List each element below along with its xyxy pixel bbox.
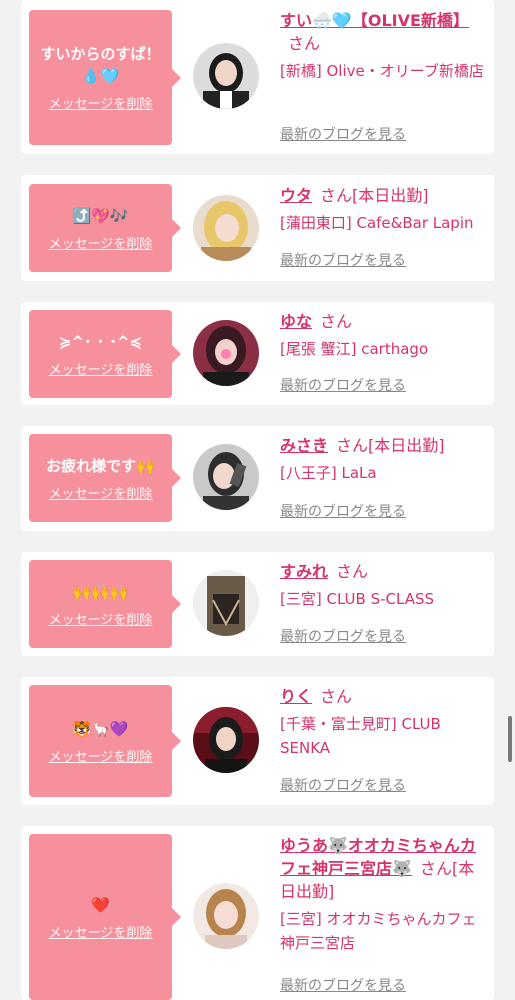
delete-message-link[interactable]: メッセージを削除	[49, 609, 153, 628]
avatar[interactable]	[193, 195, 259, 261]
cast-name-link[interactable]: すい🌨️🩵【OLIVE新橋】	[280, 11, 469, 30]
shop-link[interactable]: [三宮] オオカミちゃんカフェ神戸三宮店	[280, 907, 488, 955]
latest-blog-link[interactable]: 最新のブログを見る	[280, 975, 406, 995]
shop-link[interactable]: [八王子] LaLa	[280, 461, 488, 485]
message-text: 🐯🦙💜	[72, 719, 129, 738]
message-text: ❤️	[91, 895, 110, 914]
shop-link[interactable]: [尾張 蟹江] carthago	[280, 337, 488, 361]
avatar[interactable]	[193, 444, 259, 510]
avatar[interactable]	[193, 43, 259, 109]
message-bubble: 🐯🦙💜 メッセージを削除	[29, 685, 181, 797]
attendance-tag: [本日出勤]	[368, 436, 445, 455]
cast-info: ゆな さん [尾張 蟹江] carthago	[280, 310, 488, 361]
message-bubble: すいからのすぱ！💧🩵 メッセージを削除	[29, 10, 181, 145]
cast-name-link[interactable]: ウタ	[280, 186, 312, 205]
delete-message-link[interactable]: メッセージを削除	[49, 359, 153, 378]
message-text: 🙌🙌🙌	[72, 582, 129, 601]
latest-blog-link[interactable]: 最新のブログを見る	[280, 775, 406, 795]
list-item: ⤴️💖🎶 メッセージを削除 ウタ さん[本日出勤] [蒲田東口] Cafe&Bar…	[21, 175, 494, 281]
delete-message-link[interactable]: メッセージを削除	[49, 483, 153, 502]
message-text: お疲れ様です🙌	[46, 456, 155, 475]
message-text: すいからのすぱ！💧🩵	[40, 45, 161, 85]
avatar[interactable]	[193, 707, 259, 773]
list-item: すいからのすぱ！💧🩵 メッセージを削除 すい🌨️🩵【OLIVE新橋】さん [新橋…	[21, 0, 494, 154]
delete-message-link[interactable]: メッセージを削除	[49, 233, 153, 252]
latest-blog-link[interactable]: 最新のブログを見る	[280, 375, 406, 395]
honorific: さん	[320, 312, 353, 331]
cast-name-link[interactable]: りく	[280, 687, 312, 706]
shop-link[interactable]: [千葉・富士見町] CLUB SENKA	[280, 712, 488, 760]
list-item: 🙌🙌🙌 メッセージを削除 すみれ さん [三宮] CLUB S-CLASS 最新の…	[21, 552, 494, 656]
latest-blog-link[interactable]: 最新のブログを見る	[280, 124, 406, 144]
message-bubble: ❤️ メッセージを削除	[29, 834, 181, 1000]
honorific: さん	[419, 859, 452, 878]
shop-link[interactable]: [三宮] CLUB S-CLASS	[280, 587, 488, 611]
avatar[interactable]	[193, 320, 259, 386]
honorific: さん	[320, 186, 353, 205]
message-text: ≽^･ ･ ･^≼	[58, 332, 143, 351]
list-item: お疲れ様です🙌 メッセージを削除 みさき さん[本日出勤] [八王子] LaLa …	[21, 426, 494, 531]
message-bubble: お疲れ様です🙌 メッセージを削除	[29, 434, 181, 522]
message-bubble: 🙌🙌🙌 メッセージを削除	[29, 560, 181, 648]
cast-name-link[interactable]: みさき	[280, 436, 328, 455]
avatar[interactable]	[193, 570, 259, 636]
message-text: ⤴️💖🎶	[72, 206, 129, 225]
honorific: さん	[336, 562, 369, 581]
cast-name-link[interactable]: すみれ	[280, 562, 328, 581]
honorific: さん	[288, 34, 321, 53]
delete-message-link[interactable]: メッセージを削除	[49, 746, 153, 765]
cast-name-link[interactable]: ゆな	[280, 312, 312, 331]
latest-blog-link[interactable]: 最新のブログを見る	[280, 626, 406, 646]
delete-message-link[interactable]: メッセージを削除	[49, 93, 153, 112]
cast-info: りく さん [千葉・富士見町] CLUB SENKA	[280, 685, 488, 760]
cast-info: すい🌨️🩵【OLIVE新橋】さん [新橋] Olive・オリーブ新橋店	[280, 9, 488, 83]
message-bubble: ≽^･ ･ ･^≼ メッセージを削除	[29, 310, 181, 398]
honorific: さん	[336, 436, 369, 455]
honorific: さん	[320, 687, 353, 706]
cast-info: すみれ さん [三宮] CLUB S-CLASS	[280, 560, 488, 611]
scrollbar[interactable]	[508, 716, 512, 762]
shop-link[interactable]: [新橋] Olive・オリーブ新橋店	[280, 59, 488, 83]
list-item: 🐯🦙💜 メッセージを削除 りく さん [千葉・富士見町] CLUB SENKA 最…	[21, 677, 494, 805]
message-bubble: ⤴️💖🎶 メッセージを削除	[29, 184, 181, 272]
latest-blog-link[interactable]: 最新のブログを見る	[280, 501, 406, 521]
cast-info: ウタ さん[本日出勤] [蒲田東口] Cafe&Bar Lapin	[280, 184, 488, 235]
cast-info: みさき さん[本日出勤] [八王子] LaLa	[280, 434, 488, 485]
shop-link[interactable]: [蒲田東口] Cafe&Bar Lapin	[280, 211, 488, 235]
avatar[interactable]	[193, 883, 259, 949]
delete-message-link[interactable]: メッセージを削除	[49, 922, 153, 941]
latest-blog-link[interactable]: 最新のブログを見る	[280, 250, 406, 270]
cast-info: ゆうあ🐺オオカミちゃんカフェ神戸三宮店🐺 さん[本日出勤] [三宮] オオカミちゃ…	[280, 834, 488, 955]
list-item: ❤️ メッセージを削除 ゆうあ🐺オオカミちゃんカフェ神戸三宮店🐺 さん[本日出勤]…	[21, 826, 494, 1000]
attendance-tag: [本日出勤]	[352, 186, 429, 205]
list-item: ≽^･ ･ ･^≼ メッセージを削除 ゆな さん [尾張 蟹江] carthago…	[21, 302, 494, 405]
